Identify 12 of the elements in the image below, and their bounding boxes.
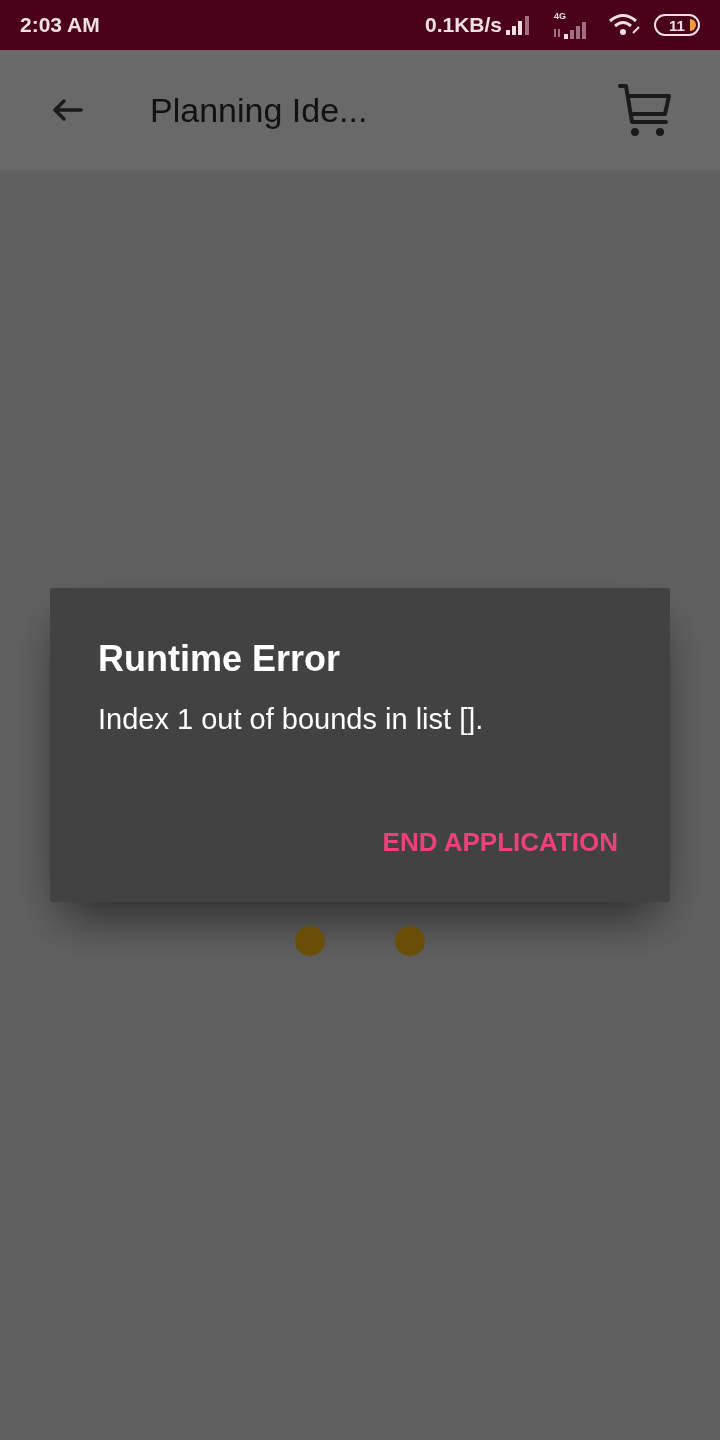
end-application-button[interactable]: END APPLICATION (378, 819, 622, 866)
back-arrow-icon (51, 98, 83, 122)
dialog-message: Index 1 out of bounds in list []. (98, 702, 485, 737)
network-type: 4G (554, 11, 566, 21)
status-time: 2:03 AM (20, 12, 100, 39)
dialog-title: Runtime Error (98, 637, 342, 681)
cart-icon (617, 82, 673, 138)
page-title: Planning Ide... (150, 89, 368, 131)
wifi-icon (608, 13, 642, 37)
network-speed: 0.1KB/s (424, 12, 502, 39)
battery-indicator: 11 (654, 14, 700, 36)
cart-button[interactable] (616, 81, 674, 139)
